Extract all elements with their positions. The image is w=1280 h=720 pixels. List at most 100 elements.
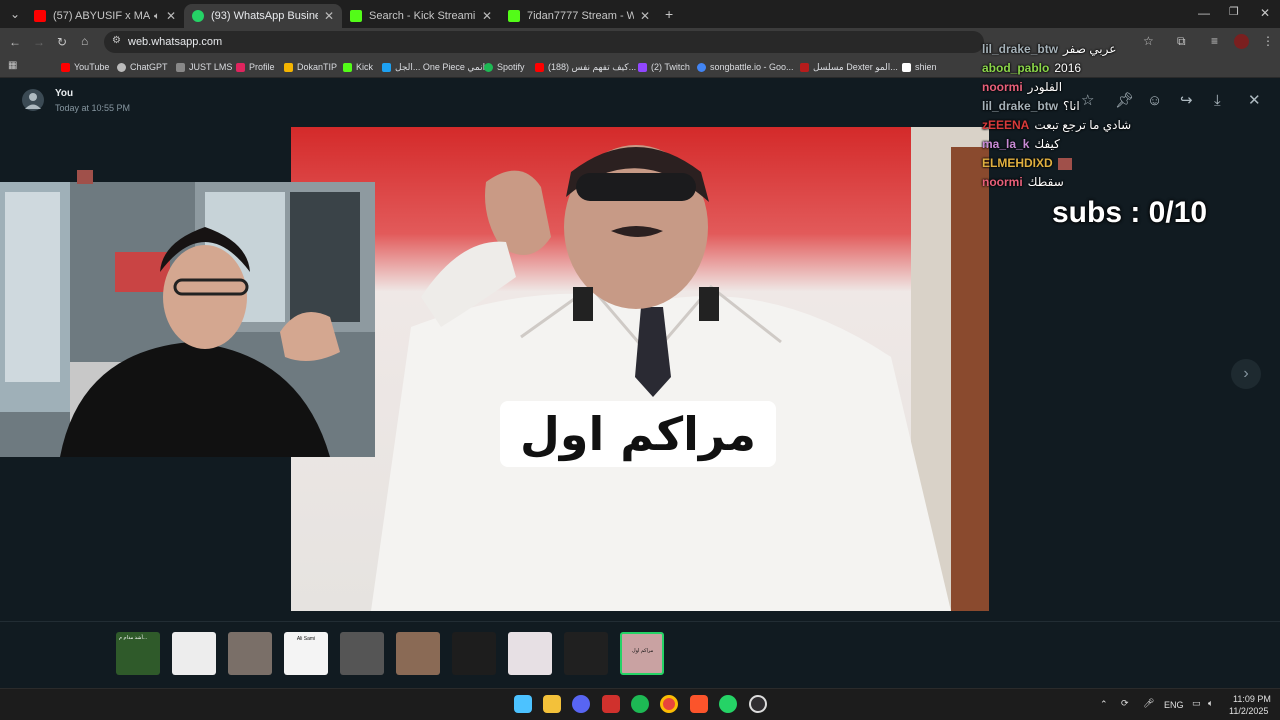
site-info-icon[interactable]: ⚙ [112, 36, 121, 46]
menu-icon[interactable]: ⋮ [1262, 35, 1274, 47]
media-thumbnail-selected[interactable]: مراكم اول [620, 632, 664, 675]
media-thumbnail[interactable] [228, 632, 272, 675]
bookmark-spotify[interactable]: Spotify [484, 60, 525, 74]
restore-icon[interactable]: ❐ [1229, 7, 1239, 18]
clock-time[interactable]: 11:09 PM [1233, 694, 1271, 704]
chrome-icon[interactable] [660, 695, 678, 713]
next-media-button[interactable]: › [1231, 359, 1261, 389]
media-thumbnail[interactable]: أشد مدام م... [116, 632, 160, 675]
pin-icon[interactable]: 📌︎ [1115, 93, 1134, 108]
bookmark-profile[interactable]: Profile [236, 60, 275, 74]
youtube-icon [61, 62, 70, 72]
download-icon[interactable]: ⤓ [1214, 93, 1221, 108]
bookmark-label: (188) كيف تفهم نفس... [548, 61, 637, 72]
bookmark-one-piece[interactable]: الجل... One Piece انمي [382, 60, 485, 74]
bookmark-star-icon[interactable]: ☆ [1143, 35, 1154, 47]
tab-title: (57) ABYUSIF x MARWAN P [53, 10, 150, 22]
speaker-icon[interactable]: 🔈︎ [154, 11, 160, 22]
chat-username: lil_drake_btw [982, 42, 1059, 56]
tab-youtube[interactable]: (57) ABYUSIF x MARWAN P 🔈︎ ✕ [26, 4, 184, 28]
media-controls-icon[interactable]: ≡ [1211, 35, 1218, 47]
subs-goal-counter: subs : 0/10 [1052, 196, 1208, 229]
bookmark-songbattle[interactable]: songbattle.io - Goo... [697, 60, 794, 74]
close-tab-icon[interactable]: ✕ [324, 9, 334, 23]
chat-text: الفلودر [1027, 80, 1063, 94]
sync-icon[interactable]: ⟳ [1121, 698, 1129, 709]
address-bar[interactable]: ⚙ web.whatsapp.com [104, 31, 984, 53]
one-piece-icon [382, 62, 391, 72]
media-thumbnail[interactable] [564, 632, 608, 675]
home-icon[interactable]: ⌂ [81, 35, 88, 47]
news-app-icon[interactable] [602, 695, 620, 713]
media-thumbnail[interactable] [508, 632, 552, 675]
thumbnail-caption: أشد مدام م... [119, 635, 148, 641]
close-window-icon[interactable]: ✕ [1260, 7, 1270, 19]
webcam-overlay [0, 182, 375, 457]
volume-icon[interactable]: 🔈︎ [1208, 698, 1213, 709]
youtube-icon [535, 62, 544, 72]
network-icon[interactable]: ▭ [1192, 698, 1201, 709]
tab-kick-search[interactable]: Search - Kick Streaming ✕ [342, 4, 500, 28]
new-tab-icon[interactable]: + [665, 7, 673, 21]
whatsapp-favicon-icon [192, 10, 204, 22]
tab-title: (93) WhatsApp Business [211, 10, 318, 22]
media-thumbnail[interactable] [452, 632, 496, 675]
bookmark-just-lms[interactable]: JUST LMS [176, 60, 232, 74]
thumbnail-caption: Ali Sami [296, 636, 316, 642]
sender-name: You [55, 88, 74, 99]
extensions-icon[interactable]: ⧉ [1177, 35, 1186, 47]
tab-kick-stream[interactable]: 7idan7777 Stream - Watch Live ✕ [500, 4, 658, 28]
bookmark-label: songbattle.io - Goo... [710, 62, 794, 72]
bookmark-shien[interactable]: shien [902, 60, 937, 74]
bookmark-label: YouTube [74, 62, 110, 72]
forward-icon[interactable]: ↪ [1180, 93, 1193, 108]
dexter-icon [800, 62, 809, 72]
discord-icon[interactable] [572, 695, 590, 713]
close-tab-icon[interactable]: ✕ [640, 9, 650, 23]
brave-icon[interactable] [690, 695, 708, 713]
reload-icon[interactable]: ↻ [57, 36, 67, 48]
bookmark-kick[interactable]: Kick [343, 60, 373, 74]
bookmark-label: JUST LMS [189, 62, 233, 72]
bookmark-youtube[interactable]: YouTube [61, 60, 109, 74]
obs-icon[interactable] [749, 695, 767, 713]
react-emoji-icon[interactable]: ☺ [1147, 93, 1162, 108]
clock-date[interactable]: 11/2/2025 [1229, 706, 1268, 716]
star-message-icon[interactable]: ☆ [1081, 93, 1094, 108]
message-timestamp: Today at 10:55 PM [55, 103, 131, 113]
close-tab-icon[interactable]: ✕ [482, 9, 492, 23]
apps-grid-icon[interactable]: ▦ [8, 61, 17, 71]
windows-start-icon[interactable] [514, 695, 532, 713]
profile-avatar[interactable] [1234, 34, 1249, 49]
media-thumbnail[interactable] [172, 632, 216, 675]
media-thumbnail[interactable] [340, 632, 384, 675]
forward-icon[interactable]: → [33, 36, 45, 48]
back-icon[interactable]: ← [9, 36, 21, 48]
sender-avatar[interactable] [22, 89, 44, 111]
shein-icon [902, 62, 911, 72]
tab-whatsapp[interactable]: (93) WhatsApp Business ✕ [184, 4, 342, 28]
bookmark-dokantip[interactable]: DokanTIP [284, 60, 337, 74]
chat-message: lil_drake_btw انا؟ [982, 99, 1080, 113]
whatsapp-business-icon[interactable] [719, 695, 737, 713]
bookmark-youtube-video[interactable]: (188) كيف تفهم نفس... [535, 60, 636, 74]
minimize-icon[interactable]: — [1198, 7, 1210, 19]
tab-title: Search - Kick Streaming [369, 10, 476, 22]
emote-icon [1057, 157, 1072, 170]
media-thumbnail[interactable] [396, 632, 440, 675]
microphone-icon[interactable]: 🎤︎ [1143, 698, 1154, 709]
spotify-icon[interactable] [631, 695, 649, 713]
tab-search-icon[interactable]: ⌄ [10, 8, 20, 20]
bookmark-dexter[interactable]: مسلسل Dexter المو... [800, 60, 898, 74]
tray-overflow-icon[interactable]: ⌃ [1100, 699, 1108, 710]
close-viewer-icon[interactable]: ✕ [1248, 93, 1261, 108]
close-tab-icon[interactable]: ✕ [166, 9, 176, 23]
chat-message: lil_drake_btw عربي صفر [982, 42, 1116, 56]
file-explorer-icon[interactable] [543, 695, 561, 713]
bookmark-chatgpt[interactable]: ChatGPT [117, 60, 168, 74]
bookmark-twitch[interactable]: (2) Twitch [638, 60, 690, 74]
chat-username: ELMEHDIXD [982, 156, 1053, 170]
media-thumbnail[interactable]: Ali Sami [284, 632, 328, 675]
bookmarks-bar: ▦ YouTube ChatGPT JUST LMS Profile Dokan… [0, 56, 1280, 78]
language-indicator[interactable]: ENG [1164, 700, 1184, 710]
